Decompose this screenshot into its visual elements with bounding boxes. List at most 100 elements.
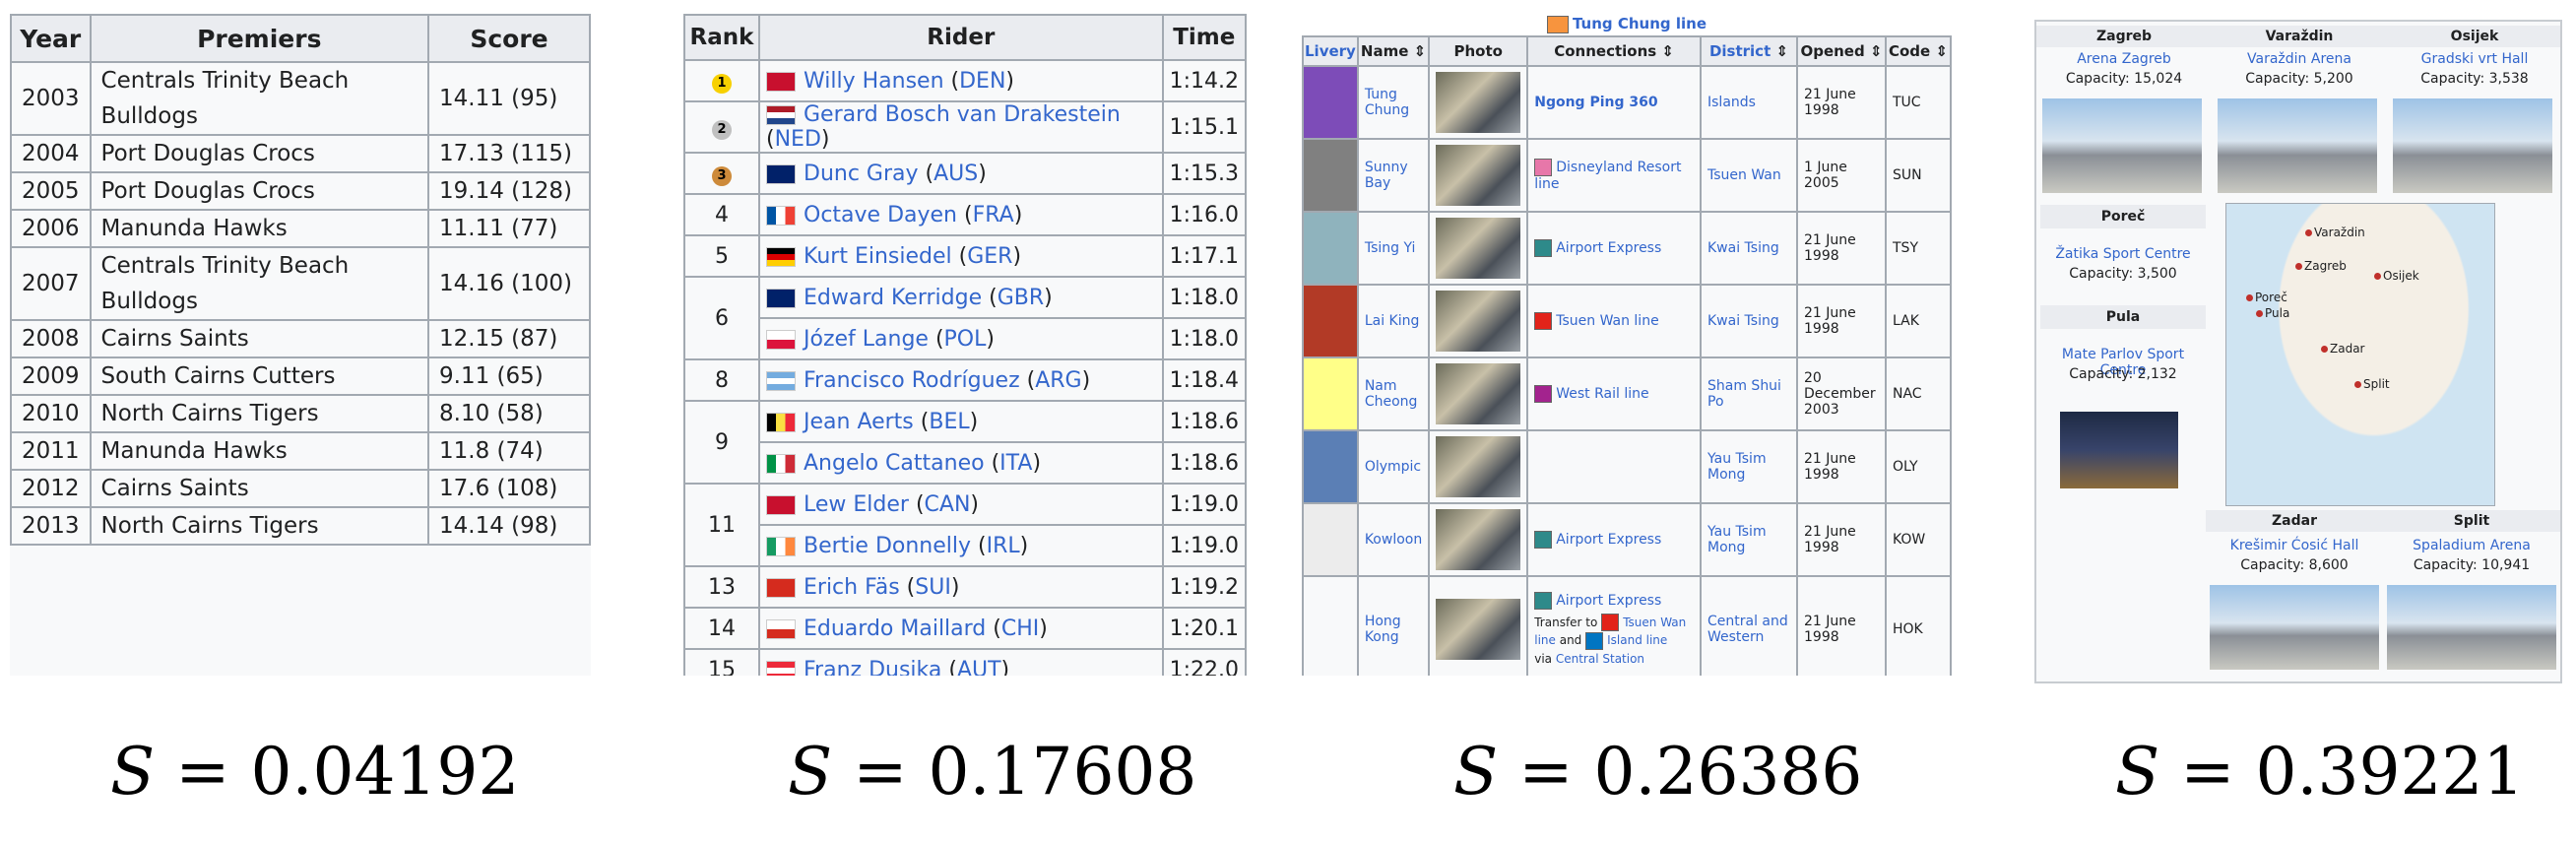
rider-name-link[interactable]: Józef Lange [804, 327, 929, 352]
venue-name-link[interactable]: Spaladium Arena [2383, 538, 2560, 553]
station-name-link[interactable]: Olympic [1356, 429, 1431, 504]
col-livery[interactable]: Livery [1302, 35, 1359, 67]
station-name-link[interactable]: Hong Kong [1356, 575, 1431, 676]
rider-name-link[interactable]: Eduardo Maillard [804, 616, 986, 641]
district-link[interactable]: Sham Shui Po [1700, 357, 1798, 431]
connection-link[interactable]: Airport Express [1556, 593, 1661, 609]
col-year: Year [10, 14, 92, 63]
country-code-link[interactable]: FRA [973, 203, 1014, 227]
country-code-link[interactable]: GER [967, 244, 1012, 269]
country-code-link[interactable]: CAN [925, 492, 971, 517]
rank-cell: 3 [683, 152, 760, 195]
score-cell: 17.6 (108) [427, 469, 591, 508]
year-cell: 2007 [10, 246, 92, 321]
country-code-link[interactable]: NED [775, 127, 821, 152]
flag-icon [766, 246, 796, 267]
time-cell: 1:22.0 [1161, 648, 1247, 676]
map-city-label: Pula [2265, 306, 2290, 320]
col-rank: Rank [683, 14, 760, 61]
col-connections[interactable]: Connections ⇕ [1526, 35, 1702, 67]
district-link[interactable]: Kwai Tsing [1700, 211, 1798, 286]
connection-link[interactable]: Airport Express [1556, 532, 1661, 548]
country-code-link[interactable]: CHI [1001, 616, 1039, 641]
rider-name-link[interactable]: Jean Aerts [804, 410, 914, 434]
rider-name-link[interactable]: Gerard Bosch van Drakestein [804, 102, 1121, 127]
venue-photo [2060, 412, 2178, 488]
station-name-link[interactable]: Nam Cheong [1356, 357, 1431, 431]
district-link[interactable]: Islands [1700, 65, 1798, 140]
rider-cell: Bertie Donnelly (IRL) [758, 524, 1164, 567]
premiers-cell: Manunda Hawks [89, 209, 430, 248]
country-code-link[interactable]: AUT [957, 658, 1001, 677]
col-district[interactable]: District ⇕ [1700, 35, 1798, 67]
station-name-link[interactable]: Sunny Bay [1356, 138, 1431, 213]
rider-name-link[interactable]: Erich Fäs [804, 575, 900, 600]
rider-name-link[interactable]: Bertie Donnelly [804, 534, 971, 558]
connection-link[interactable]: Airport Express [1556, 240, 1661, 256]
livery-swatch [1302, 138, 1359, 213]
venue-name-link[interactable]: Varaždin Arena [2212, 51, 2387, 67]
col-score: Score [427, 14, 591, 63]
year-cell: 2011 [10, 431, 92, 471]
rider-name-link[interactable]: Kurt Einsiedel [804, 244, 952, 269]
premiers-cell: Manunda Hawks [89, 431, 430, 471]
station-photo [1436, 363, 1521, 424]
score-cell: 14.11 (95) [427, 61, 591, 136]
rider-name-link[interactable]: Franz Dusika [804, 658, 941, 677]
connections-cell: West Rail line [1526, 357, 1702, 431]
station-name-link[interactable]: Tung Chung [1356, 65, 1431, 140]
year-cell: 2012 [10, 469, 92, 508]
col-opened[interactable]: Opened ⇕ [1796, 35, 1887, 67]
venue-name-link[interactable]: Krešimir Ćosić Hall [2206, 538, 2383, 553]
district-link[interactable]: Kwai Tsing [1700, 284, 1798, 358]
country-code-link[interactable]: POL [944, 327, 987, 352]
transfer-station-link[interactable]: Central Station [1556, 652, 1644, 666]
connection-link[interactable]: Tsuen Wan line [1556, 313, 1658, 329]
station-name-link[interactable]: Lai King [1356, 284, 1431, 358]
connection-link[interactable]: West Rail line [1556, 386, 1648, 402]
station-name-link[interactable]: Tsing Yi [1356, 211, 1431, 286]
venue-name-link[interactable]: Žatika Sport Centre [2040, 246, 2206, 262]
station-name-link[interactable]: Kowloon [1356, 502, 1431, 577]
opened-cell: 21 June 1998 [1796, 575, 1887, 676]
caption-link[interactable]: Tung Chung line [1573, 15, 1707, 32]
transfer-line-link[interactable]: Island line [1607, 633, 1667, 647]
map-city-marker: Osijek [2374, 269, 2419, 283]
table-row: Nam Cheong West Rail line Sham Shui Po 20 D… [1302, 357, 1952, 431]
district-link[interactable]: Central and Western [1700, 575, 1798, 676]
opened-cell: 1 June 2005 [1796, 138, 1887, 213]
flag-icon [766, 329, 796, 350]
country-code-link[interactable]: SUI [915, 575, 951, 600]
rider-name-link[interactable]: Willy Hansen [804, 69, 944, 94]
rider-name-link[interactable]: Octave Dayen [804, 203, 957, 227]
venue-name-link[interactable]: Arena Zagreb [2036, 51, 2212, 67]
country-code-link[interactable]: BEL [929, 410, 969, 434]
connection-link[interactable]: Ngong Ping 360 [1534, 95, 1657, 110]
country-code-link[interactable]: IRL [987, 534, 1020, 558]
rider-table-panel: Rank Rider Time 1 Willy Hansen (DEN) 1:14.… [683, 14, 1247, 676]
rider-name-link[interactable]: Edward Kerridge [804, 286, 982, 310]
col-code[interactable]: Code ⇕ [1885, 35, 1952, 67]
rider-name-link[interactable]: Francisco Rodríguez [804, 368, 1020, 393]
country-code-link[interactable]: ITA [999, 451, 1032, 476]
country-code-link[interactable]: ARG [1035, 368, 1081, 393]
flag-icon [766, 494, 796, 515]
premiers-cell: Port Douglas Crocs [89, 171, 430, 211]
connection-link[interactable]: Disneyland Resort line [1534, 160, 1681, 192]
rider-name-link[interactable]: Dunc Gray [804, 162, 919, 186]
district-link[interactable]: Yau Tsim Mong [1700, 502, 1798, 577]
country-code-link[interactable]: GBR [998, 286, 1044, 310]
country-code-link[interactable]: AUS [934, 162, 978, 186]
table-row: Tung Chung Ngong Ping 360 Islands 21 June 1… [1302, 65, 1952, 140]
venue-name-link[interactable]: Gradski vrt Hall [2387, 51, 2560, 67]
rank-cell: 5 [683, 234, 760, 278]
district-link[interactable]: Yau Tsim Mong [1700, 429, 1798, 504]
country-code-link[interactable]: DEN [959, 69, 1005, 94]
col-name[interactable]: Name ⇕ [1356, 35, 1431, 67]
time-cell: 1:15.1 [1161, 100, 1247, 154]
year-cell: 2009 [10, 357, 92, 396]
table-row: 6 Edward Kerridge (GBR) 1:18.0 [683, 276, 1247, 360]
rider-name-link[interactable]: Lew Elder [804, 492, 909, 517]
district-link[interactable]: Tsuen Wan [1700, 138, 1798, 213]
rider-name-link[interactable]: Angelo Cattaneo [804, 451, 985, 476]
